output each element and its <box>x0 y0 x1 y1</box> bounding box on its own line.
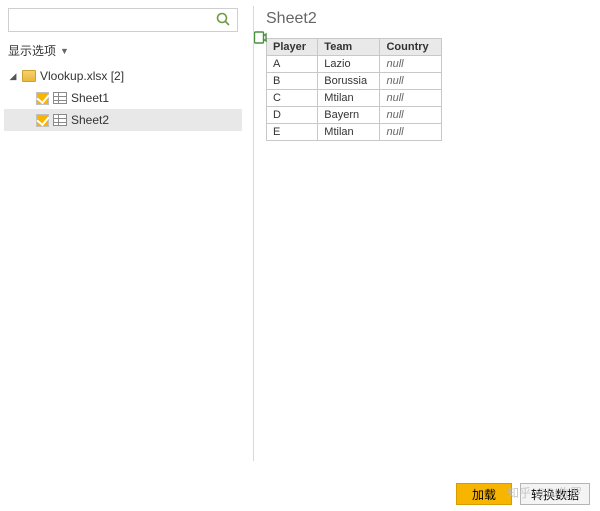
table-row[interactable]: DBayernnull <box>267 107 442 124</box>
search-input[interactable] <box>9 9 211 29</box>
cell: E <box>267 124 318 141</box>
folder-icon <box>22 70 36 82</box>
cell: Borussia <box>318 73 380 90</box>
cell: null <box>380 90 442 107</box>
tree-sheet-node[interactable]: Sheet2 <box>4 109 242 131</box>
cell: null <box>380 107 442 124</box>
preview-title: Sheet2 <box>266 10 594 28</box>
cell: Mtilan <box>318 90 380 107</box>
preview-table: Player Team Country ALazionullBBorussian… <box>266 38 442 141</box>
cell: null <box>380 56 442 73</box>
display-options-label: 显示选项 <box>8 42 56 59</box>
preview-pane: Sheet2 Player Team Country ALazionullBBo… <box>246 0 600 511</box>
caret-down-icon[interactable]: ◢ <box>8 71 18 82</box>
tree-sheet-label: Sheet1 <box>71 91 109 105</box>
checkbox-checked-icon[interactable] <box>36 114 49 127</box>
cell: null <box>380 73 442 90</box>
cell: D <box>267 107 318 124</box>
tree-file-node[interactable]: ◢ Vlookup.xlsx [2] <box>4 65 242 87</box>
navigator-pane: 显示选项 ▼ ◢ Vlookup.xlsx [2] Sheet1 Sheet2 <box>0 0 246 511</box>
vertical-divider <box>253 6 254 461</box>
chevron-down-icon: ▼ <box>60 46 69 56</box>
checkbox-checked-icon[interactable] <box>36 92 49 105</box>
tree-file-label: Vlookup.xlsx [2] <box>40 69 124 83</box>
refresh-icon[interactable] <box>252 30 268 46</box>
table-row[interactable]: EMtilannull <box>267 124 442 141</box>
display-options[interactable]: 显示选项 ▼ <box>0 36 246 65</box>
navigator-tree: ◢ Vlookup.xlsx [2] Sheet1 Sheet2 <box>0 65 246 131</box>
table-icon <box>53 114 67 126</box>
column-header[interactable]: Country <box>380 39 442 56</box>
column-header[interactable]: Team <box>318 39 380 56</box>
search-box[interactable] <box>8 8 238 32</box>
table-row[interactable]: ALazionull <box>267 56 442 73</box>
cell: null <box>380 124 442 141</box>
tree-sheet-node[interactable]: Sheet1 <box>4 87 242 109</box>
table-row[interactable]: CMtilannull <box>267 90 442 107</box>
search-icon[interactable] <box>215 11 233 29</box>
cell: Mtilan <box>318 124 380 141</box>
cell: Bayern <box>318 107 380 124</box>
cell: Lazio <box>318 56 380 73</box>
cell: B <box>267 73 318 90</box>
table-icon <box>53 92 67 104</box>
column-header[interactable]: Player <box>267 39 318 56</box>
table-row[interactable]: BBorussianull <box>267 73 442 90</box>
tree-sheet-label: Sheet2 <box>71 113 109 127</box>
load-button[interactable]: 加载 <box>456 483 512 505</box>
transform-data-button[interactable]: 转换数据 <box>520 483 590 505</box>
cell: C <box>267 90 318 107</box>
dialog-footer: 加载 转换数据 <box>456 483 590 505</box>
cell: A <box>267 56 318 73</box>
